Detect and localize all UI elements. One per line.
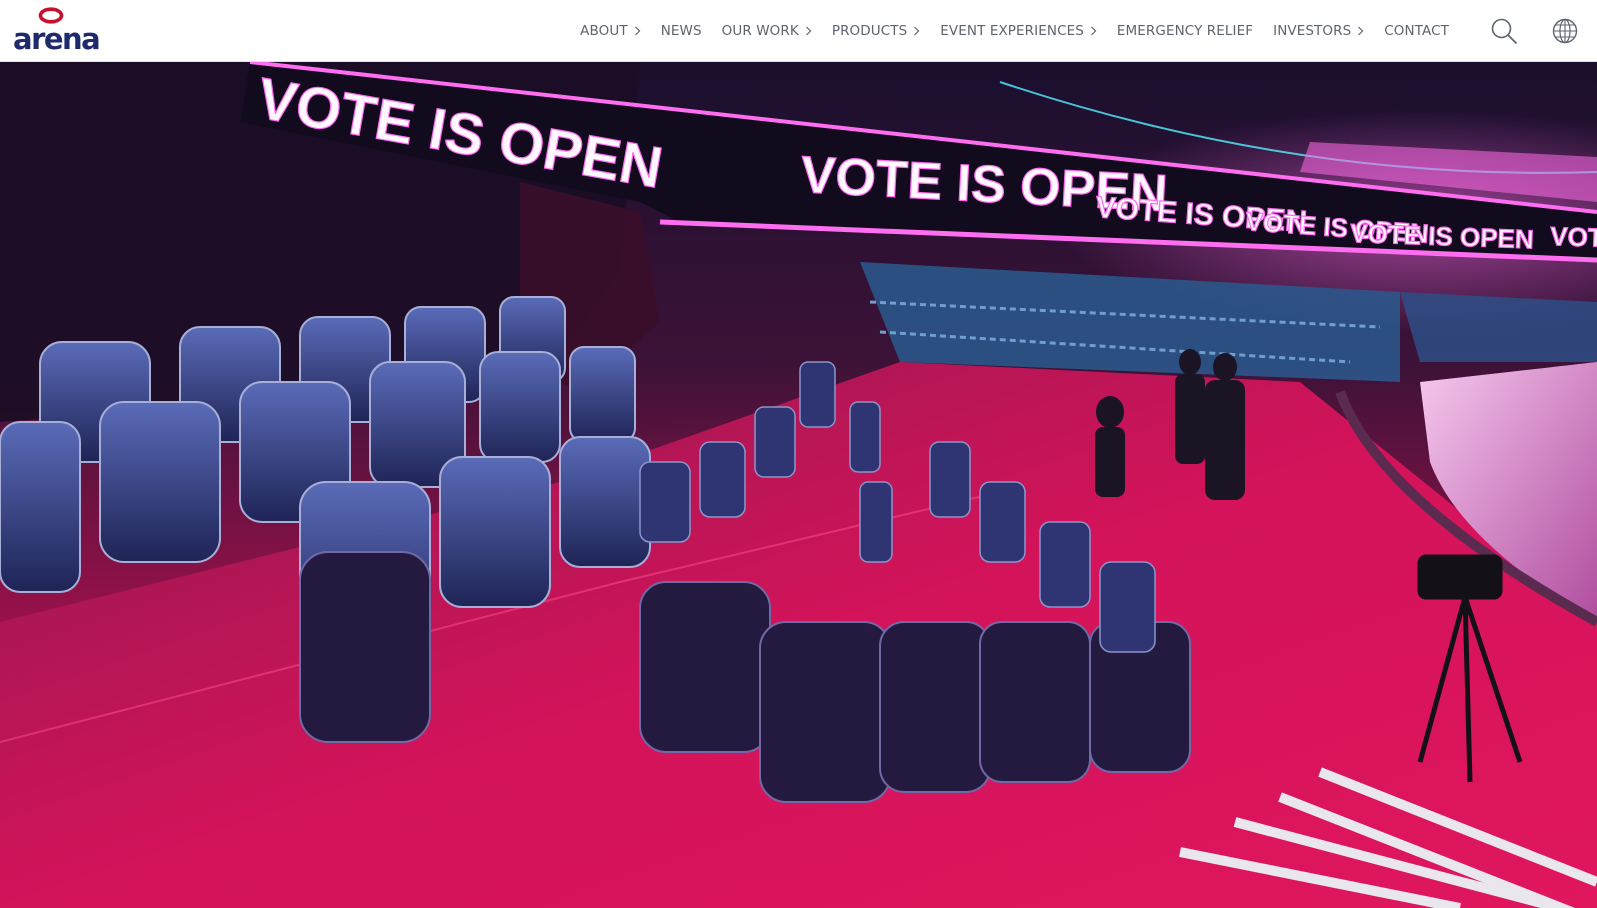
nav-news[interactable]: NEWS (661, 23, 702, 39)
nav-about[interactable]: ABOUT (580, 23, 641, 39)
site-header: arena ABOUT NEWS OUR WORK PRODUCTS EVENT… (0, 0, 1597, 62)
arena-logo[interactable]: arena (13, 7, 101, 56)
nav-label: CONTACT (1384, 23, 1449, 39)
nav-investors[interactable]: INVESTORS (1273, 23, 1364, 39)
search-icon (1491, 18, 1517, 44)
chevron-right-icon (1358, 26, 1364, 36)
chevron-right-icon (634, 26, 641, 36)
nav-label: ABOUT (580, 23, 628, 39)
nav-label: EVENT EXPERIENCES (940, 23, 1084, 39)
language-button[interactable] (1551, 17, 1579, 45)
arena-seating-illustration: VOTE IS OPEN VOTE IS OPEN VOTE IS OPEN V… (0, 62, 1597, 908)
signage-text: VOTE IS OPEN (1350, 218, 1534, 254)
nav-contact[interactable]: CONTACT (1384, 23, 1449, 39)
chevron-right-icon (805, 26, 812, 36)
hero-image: VOTE IS OPEN VOTE IS OPEN VOTE IS OPEN V… (0, 62, 1597, 908)
nav-emergency-relief[interactable]: EMERGENCY RELIEF (1117, 23, 1253, 39)
chevron-right-icon (1090, 26, 1097, 36)
globe-icon (1552, 18, 1578, 44)
nav-products[interactable]: PRODUCTS (832, 23, 920, 39)
main-nav: ABOUT NEWS OUR WORK PRODUCTS EVENT EXPER… (580, 0, 1449, 62)
nav-label: EMERGENCY RELIEF (1116, 23, 1254, 39)
chevron-right-icon (914, 26, 920, 36)
nav-label: PRODUCTS (831, 23, 908, 39)
search-button[interactable] (1490, 17, 1518, 45)
nav-label: NEWS (660, 23, 702, 39)
nav-event-experiences[interactable]: EVENT EXPERIENCES (940, 23, 1097, 39)
nav-label: INVESTORS (1273, 23, 1352, 39)
logo-wordmark: arena (13, 22, 101, 56)
nav-our-work[interactable]: OUR WORK (722, 23, 812, 39)
nav-label: OUR WORK (721, 23, 799, 39)
